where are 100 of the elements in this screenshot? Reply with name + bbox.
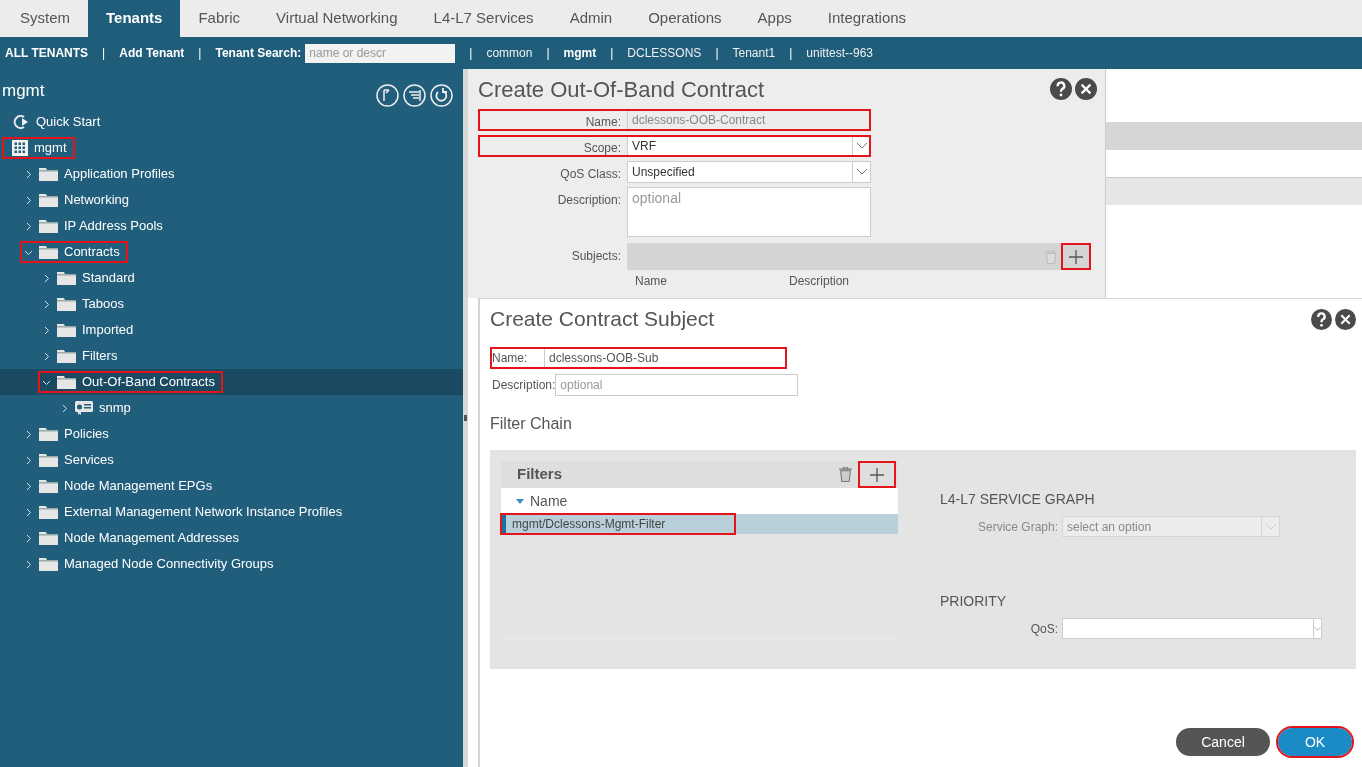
tenant-link[interactable]: unittest--963 (806, 44, 874, 62)
chevron-icon[interactable] (24, 429, 33, 439)
help-icon[interactable] (1050, 78, 1072, 100)
collapse-icon[interactable] (376, 83, 399, 107)
tree-item[interactable]: Services (0, 447, 463, 473)
tenant-link[interactable]: mgmt (563, 44, 597, 62)
description-field[interactable]: optional (555, 374, 799, 396)
tree-item[interactable]: Imported (0, 317, 463, 343)
folder-icon (39, 479, 58, 493)
folder-icon (57, 271, 76, 285)
tree-item-label: mgmt (34, 139, 67, 158)
filter-list-icon[interactable] (403, 83, 426, 107)
chevron-icon[interactable] (42, 299, 51, 309)
tree-item[interactable]: Managed Node Connectivity Groups (0, 551, 463, 577)
nav-link[interactable]: ALL TENANTS (5, 44, 89, 62)
nav-tab[interactable]: Integrations (809, 0, 925, 37)
chevron-icon[interactable] (42, 273, 51, 283)
splitter-handle[interactable] (464, 415, 467, 421)
dialog-title: Create Out-Of-Band Contract (478, 75, 765, 104)
section-title: Filter Chain (490, 414, 573, 434)
chevron-icon[interactable] (24, 195, 33, 205)
nav-tab[interactable]: Operations (630, 0, 740, 37)
close-icon[interactable] (1335, 308, 1356, 330)
chevron-icon[interactable] (24, 455, 33, 465)
caret-icon (1314, 624, 1321, 633)
column-header[interactable]: Name (501, 488, 898, 514)
chevron-icon[interactable] (24, 507, 33, 517)
tree-item[interactable]: Out-Of-Band Contracts (0, 369, 463, 395)
trash-icon[interactable] (839, 467, 852, 482)
tree-item-label: Networking (64, 191, 130, 210)
tree-item[interactable]: Taboos (0, 291, 463, 317)
chevron-icon[interactable] (24, 533, 33, 543)
chevron-icon[interactable] (42, 325, 51, 335)
description-field[interactable]: optional (627, 187, 871, 237)
tree-item[interactable]: Filters (0, 343, 463, 369)
help-icon[interactable] (1311, 308, 1332, 330)
column-header: Description (789, 273, 850, 290)
nav-tab[interactable]: Virtual Networking (258, 0, 416, 37)
folder-icon (39, 219, 58, 233)
tree-item[interactable]: Policies (0, 421, 463, 447)
plus-icon (870, 467, 884, 482)
add-button[interactable] (860, 463, 894, 486)
field-label: Service Graph: (976, 518, 1059, 536)
folder-icon (57, 323, 76, 337)
tree-item[interactable]: snmp (0, 395, 463, 421)
folder-icon (57, 375, 76, 389)
tree-item[interactable]: Node Management Addresses (0, 525, 463, 551)
tree-item-label: Out-Of-Band Contracts (82, 373, 215, 392)
tree-item-label: Services (64, 451, 114, 470)
tree-item[interactable]: mgmt (0, 135, 463, 161)
chevron-icon[interactable] (24, 169, 33, 179)
chevron-icon[interactable] (24, 481, 33, 491)
tenant-link[interactable]: Tenant1 (732, 44, 776, 62)
field-label: Name: (492, 350, 529, 367)
tree-item-label: External Management Network Instance Profiles (64, 503, 343, 522)
tree-item-label: Policies (64, 425, 109, 444)
tree-item[interactable]: Contracts (0, 239, 463, 265)
chevron-icon[interactable] (24, 221, 33, 231)
tree-item-label: Application Profiles (64, 165, 175, 184)
tenant-link[interactable]: common (486, 44, 533, 62)
tree-item[interactable]: Quick Start (0, 109, 463, 135)
tree-item[interactable]: Application Profiles (0, 161, 463, 187)
nav-tab[interactable]: Apps (739, 0, 810, 37)
tree-item[interactable]: External Management Network Instance Profiles (0, 499, 463, 525)
tree-item-label: snmp (99, 399, 131, 418)
tree-item-label: IP Address Pools (64, 217, 163, 236)
chevron-icon[interactable] (60, 403, 69, 413)
ok-button[interactable]: OK (1278, 728, 1352, 756)
separator: | (546, 45, 550, 62)
field-label: Description: (556, 192, 621, 209)
tree-item[interactable]: Node Management EPGs (0, 473, 463, 499)
cancel-button[interactable]: Cancel (1176, 728, 1270, 756)
add-button[interactable] (1063, 245, 1089, 268)
tree-item-label: Standard (82, 269, 135, 288)
nav-tab[interactable]: System (2, 0, 88, 37)
refresh-icon[interactable] (430, 83, 453, 107)
tenant-link[interactable]: DCLESSONS (627, 44, 702, 62)
filter-row[interactable]: mgmt/Dclessons-Mgmt-Filter (501, 514, 898, 534)
nav-tab[interactable]: L4-L7 Services (415, 0, 552, 37)
nav-link[interactable]: Add Tenant (119, 44, 185, 62)
select-field[interactable] (1062, 618, 1322, 639)
nav-tab[interactable]: Tenants (88, 0, 181, 37)
tree-item[interactable]: IP Address Pools (0, 213, 463, 239)
search-field[interactable]: name or descr (305, 43, 456, 63)
nav-tab[interactable]: Fabric (180, 0, 259, 37)
tree-item[interactable]: Standard (0, 265, 463, 291)
search-label: Tenant Search: (215, 45, 302, 62)
field-label: Name: (584, 114, 621, 131)
nav-tab[interactable]: Admin (551, 0, 631, 37)
folder-icon (39, 193, 58, 207)
chevron-icon[interactable] (24, 559, 33, 569)
tree-item[interactable]: Networking (0, 187, 463, 213)
close-icon[interactable] (1075, 78, 1097, 100)
chevron-icon[interactable] (42, 351, 51, 361)
sort-down-icon (516, 498, 524, 504)
tree-item-label: Filters (82, 347, 118, 366)
tree-item-label: Contracts (64, 243, 120, 262)
select-field[interactable]: Unspecified (627, 161, 871, 183)
separator: | (198, 45, 202, 62)
panel-title: Filters (517, 464, 562, 485)
